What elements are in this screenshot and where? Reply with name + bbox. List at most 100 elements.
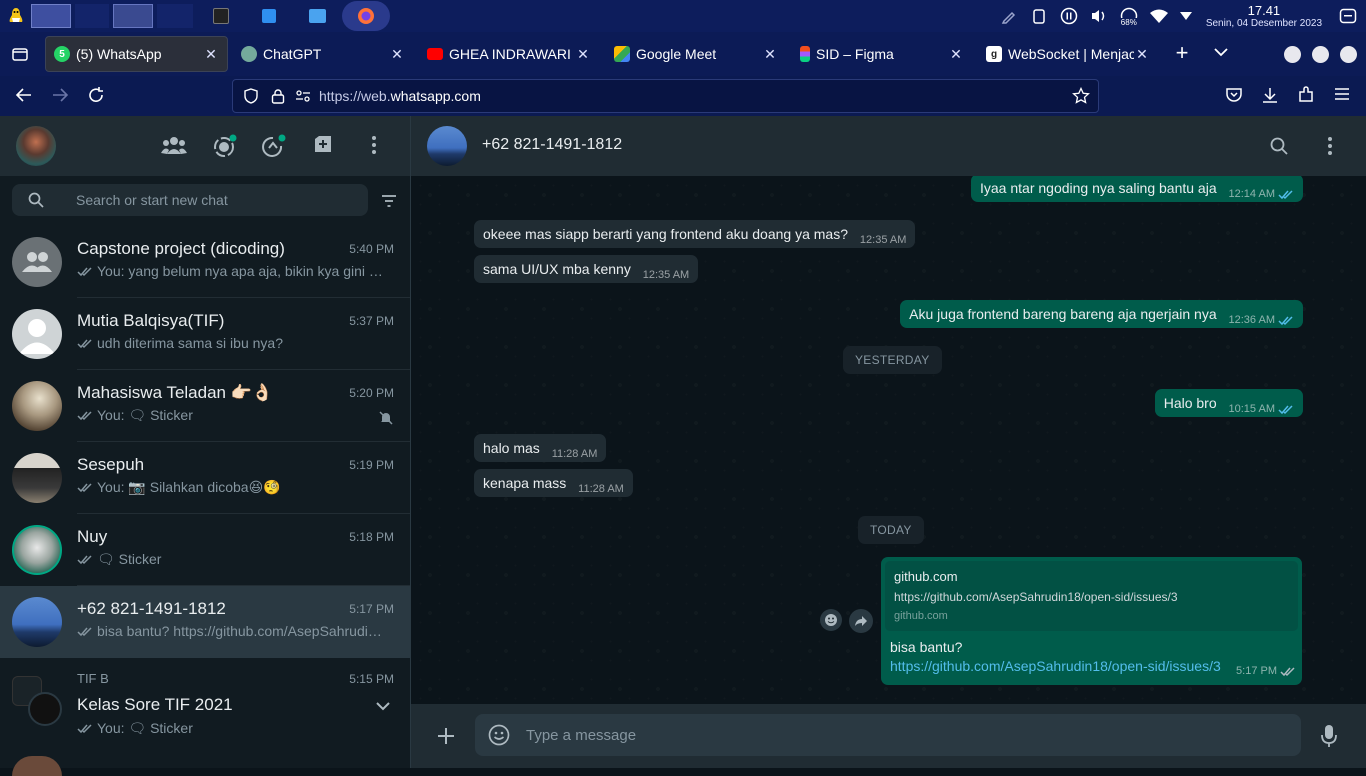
new-chat-icon[interactable] (312, 134, 334, 156)
conversation-header[interactable]: +62 821-1491-1812 (411, 116, 1366, 176)
filter-icon[interactable] (381, 194, 397, 208)
chevron-down-icon[interactable] (1174, 12, 1198, 20)
message-text: Halo bro (1163, 395, 1217, 411)
search-messages-icon[interactable] (1270, 137, 1288, 155)
chat-time: 5:17 PM (349, 602, 394, 616)
extensions-icon[interactable] (1297, 86, 1315, 104)
minimize-window-button[interactable] (1284, 46, 1301, 63)
status-icon[interactable] (213, 134, 237, 158)
search-input[interactable] (76, 192, 346, 208)
workspace-thumbnail-2[interactable] (75, 4, 109, 28)
address-bar[interactable]: https://web.whatsapp.com (232, 79, 1099, 113)
forward-share-icon[interactable] (849, 609, 873, 633)
download-icon[interactable] (1261, 86, 1279, 104)
close-tab-icon[interactable]: ✕ (203, 46, 219, 62)
link-preview-card[interactable]: github.com https://github.com/AsepSahrud… (885, 561, 1298, 631)
system-tray: 68% 17.41 Senin, 04 Desember 2023 (994, 0, 1366, 32)
emoji-icon[interactable] (488, 724, 510, 746)
message-text: sama UI/UX mba kenny (483, 261, 631, 277)
tab-websocket[interactable]: g WebSocket | Menjac ✕ (978, 36, 1158, 72)
tab-whatsapp[interactable]: 5 (5) WhatsApp ✕ (45, 36, 228, 72)
close-window-button[interactable] (1340, 46, 1357, 63)
pen-icon[interactable] (994, 8, 1024, 24)
list-tabs-chevron-icon[interactable] (1214, 48, 1228, 57)
shield-icon[interactable] (243, 88, 259, 104)
communities-icon[interactable] (161, 134, 187, 156)
chat-item-sesepuh[interactable]: Sesepuh 5:19 PM You: 📷 Silahkan dicoba😆🧐 (0, 442, 410, 514)
menu-kebab-icon[interactable] (365, 134, 383, 156)
pause-media-icon[interactable] (1054, 7, 1084, 25)
contact-name[interactable]: +62 821-1491-1812 (482, 136, 622, 154)
chat-time: 5:15 PM (349, 672, 394, 686)
search-box[interactable] (12, 184, 368, 216)
workspace-thumbnail-3[interactable] (113, 4, 153, 28)
tab-youtube[interactable]: GHEA INDRAWARI - J ✕ (419, 36, 599, 72)
message-list: Iyaa ntar ngoding nya saling bantu aja 1… (411, 176, 1366, 704)
chat-item-kelas-sore-tif-2021[interactable]: TIF B Kelas Sore TIF 2021 5:15 PM You: 🗨… (0, 658, 410, 748)
clock[interactable]: 17.41 Senin, 04 Desember 2023 (1198, 4, 1330, 29)
chat-time: 5:40 PM (349, 242, 394, 256)
message-incoming[interactable]: okeee mas siapp berarti yang frontend ak… (474, 220, 916, 248)
tab-overview-icon[interactable] (12, 46, 28, 62)
attach-plus-icon[interactable] (436, 726, 456, 746)
close-tab-icon[interactable]: ✕ (575, 46, 591, 62)
chat-item-mutia-balqisya[interactable]: Mutia Balqisya(TIF) 5:37 PM udh diterima… (0, 298, 410, 370)
chat-name: Mahasiswa Teladan 👉🏻👌🏻 (77, 383, 274, 402)
message-incoming[interactable]: halo mas 11:28 AM (474, 434, 607, 462)
battery-icon[interactable]: 68% (1114, 7, 1144, 27)
react-emoji-icon[interactable] (820, 609, 842, 631)
hamburger-menu-icon[interactable] (1334, 86, 1350, 102)
tab-chatgpt[interactable]: ChatGPT ✕ (233, 36, 413, 72)
start-menu-icon[interactable] (7, 7, 25, 25)
chat-item-mahasiswa-teladan[interactable]: Mahasiswa Teladan 👉🏻👌🏻 5:20 PM You: 🗨 St… (0, 370, 410, 442)
power-menu-icon[interactable] (1330, 8, 1366, 24)
search-icon[interactable] (28, 192, 44, 208)
message-incoming[interactable]: sama UI/UX mba kenny 12:35 AM (474, 255, 699, 283)
volume-icon[interactable] (1084, 8, 1114, 24)
file-manager-icon[interactable] (309, 9, 326, 23)
terminal-icon[interactable] (213, 8, 229, 24)
message-incoming[interactable]: kenapa mass 11:28 AM (474, 469, 633, 497)
tab-google-meet[interactable]: Google Meet ✕ (606, 36, 786, 72)
workspace-thumbnail-4[interactable] (157, 4, 193, 28)
permissions-icon[interactable] (295, 89, 311, 103)
wifi-icon[interactable] (1144, 8, 1174, 24)
conversation-menu-icon[interactable] (1321, 135, 1339, 157)
workspace-thumbnail-1[interactable] (31, 4, 71, 28)
message-outgoing[interactable]: Iyaa ntar ngoding nya saling bantu aja 1… (971, 176, 1303, 202)
lock-icon[interactable] (271, 88, 285, 104)
close-tab-icon[interactable]: ✕ (948, 46, 964, 62)
pocket-icon[interactable] (1225, 86, 1243, 104)
close-tab-icon[interactable]: ✕ (1134, 46, 1150, 62)
chat-item-nuy[interactable]: Nuy 5:18 PM 🗨 Sticker (0, 514, 410, 586)
message-outgoing[interactable]: Aku juga frontend bareng bareng aja nger… (900, 300, 1303, 328)
message-outgoing[interactable]: Halo bro 10:15 AM (1154, 389, 1303, 417)
new-tab-button[interactable]: + (1172, 42, 1192, 66)
maximize-window-button[interactable] (1312, 46, 1329, 63)
reload-icon[interactable] (87, 86, 105, 104)
chat-time: 5:37 PM (349, 314, 394, 328)
chat-name: Nuy (77, 527, 108, 546)
chevron-down-icon[interactable] (376, 702, 390, 711)
message-input-box[interactable] (475, 714, 1301, 756)
message-input[interactable] (526, 726, 1266, 744)
chat-item-62-821-1491-1812[interactable]: +62 821-1491-1812 5:17 PM bisa bantu? ht… (0, 586, 410, 658)
microphone-icon[interactable] (1321, 724, 1337, 748)
message-link[interactable]: https://github.com/AsepSahrudin18/open-s… (890, 658, 1221, 674)
partial-chat-item[interactable] (12, 756, 62, 776)
close-tab-icon[interactable]: ✕ (389, 46, 405, 62)
contact-avatar[interactable] (427, 126, 467, 166)
chat-item-capstone-project[interactable]: Capstone project (dicoding) 5:40 PM You:… (0, 226, 410, 298)
my-profile-avatar[interactable] (16, 126, 56, 166)
store-icon[interactable] (262, 9, 276, 23)
chat-name: Sesepuh (77, 455, 145, 474)
double-check-icon (77, 482, 93, 493)
firefox-taskbar-icon[interactable] (342, 1, 390, 31)
tab-figma[interactable]: SID – Figma ✕ (792, 36, 972, 72)
clipboard-icon[interactable] (1024, 8, 1054, 24)
bookmark-star-icon[interactable] (1072, 87, 1090, 105)
close-tab-icon[interactable]: ✕ (762, 46, 778, 62)
message-outgoing-link[interactable]: github.com https://github.com/AsepSahrud… (881, 557, 1302, 685)
back-arrow-icon[interactable] (15, 86, 33, 104)
channels-icon[interactable] (262, 134, 286, 158)
